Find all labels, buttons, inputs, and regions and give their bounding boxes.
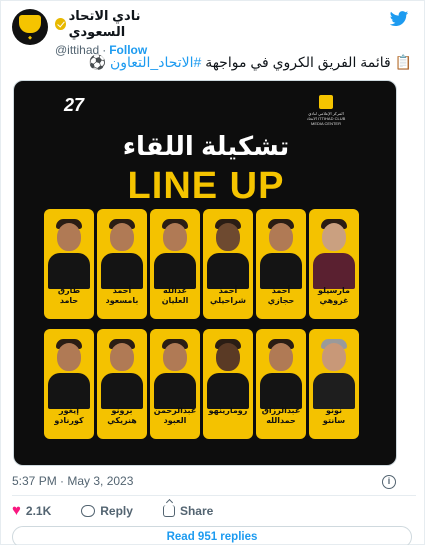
- player-card: أحمد حجازي: [256, 209, 306, 319]
- player-jersey: [154, 373, 196, 409]
- player-name: مارسيلو غروهي: [318, 286, 350, 305]
- lineup-title-arabic: تشكيلة اللقاء: [122, 131, 290, 161]
- player-jersey: [260, 253, 302, 289]
- player-name: عبدالرزاق حمدالله: [261, 406, 301, 425]
- share-label: Share: [179, 504, 214, 518]
- tweet-text-suffix: ⚽: [88, 54, 110, 70]
- player-face: [110, 343, 134, 371]
- player-name: طارق حامد: [57, 286, 81, 305]
- logo-mark: ◆: [28, 35, 32, 41]
- lineup-title-english: LINE UP: [127, 165, 285, 207]
- player-face: [57, 223, 81, 251]
- player-card: عبدالرحمن العبود: [150, 329, 200, 439]
- timestamp[interactable]: 5:37 PM · May 3, 2023: [12, 474, 133, 488]
- player-name: برونو هنريكي: [107, 406, 137, 425]
- tweet-header: ◆ نادي الاتحاد السعودي @ittihad · Follow: [12, 7, 417, 57]
- media-center-logo: المركز الإعلامي لنادي الاتحاد ITTIHAD CL…: [304, 95, 348, 129]
- player-card: أحمد بامسعود: [97, 209, 147, 319]
- ittihad-logo-icon: [19, 15, 41, 33]
- player-jersey: [313, 373, 355, 409]
- player-jersey: [313, 253, 355, 289]
- tweet-text: 📋 قائمة الفريق الكروي في مواجهة #الاتحاد…: [12, 53, 412, 72]
- player-jersey: [101, 373, 143, 409]
- media-center-label: المركز الإعلامي لنادي الاتحاد ITTIHAD CL…: [306, 111, 346, 126]
- player-name: أحمد حجازي: [267, 286, 295, 305]
- player-face: [163, 343, 187, 371]
- player-card: عدالله العليان: [150, 209, 200, 319]
- player-jersey: [207, 253, 249, 289]
- player-name: أحمد شراحيلي: [210, 286, 246, 305]
- heart-icon: ♥: [12, 502, 21, 519]
- info-icon[interactable]: i: [382, 475, 396, 489]
- badge-27: 27: [64, 95, 85, 115]
- player-card: طارق حامد: [44, 209, 94, 319]
- lineup-image[interactable]: 27 المركز الإعلامي لنادي الاتحاد ITTIHAD…: [13, 80, 397, 466]
- tweet-meta: 5:37 PM · May 3, 2023 i: [12, 474, 416, 492]
- player-name: أحمد بامسعود: [105, 286, 139, 305]
- player-jersey: [101, 253, 143, 289]
- tweet-actions: ♥ 2.1K Reply Share: [12, 501, 412, 521]
- player-face: [269, 223, 293, 251]
- player-name: عدالله العليان: [161, 286, 189, 305]
- player-face: [57, 343, 81, 371]
- player-card: إيغور كورنادو: [44, 329, 94, 439]
- share-button[interactable]: Share: [162, 504, 214, 518]
- player-card: رومارينهو: [203, 329, 253, 439]
- player-face: [322, 343, 346, 371]
- player-face: [216, 223, 240, 251]
- read-replies-button[interactable]: Read 951 replies: [12, 526, 412, 545]
- player-name: رومارينهو: [208, 406, 248, 415]
- verified-badge-icon: [55, 18, 66, 30]
- player-jersey: [154, 253, 196, 289]
- reply-icon: [81, 505, 96, 517]
- player-face: [163, 223, 187, 251]
- tweet-text-prefix: 📋 قائمة الفريق الكروي في مواجهة: [201, 54, 412, 70]
- reply-label: Reply: [100, 504, 133, 518]
- player-card: أحمد شراحيلي: [203, 209, 253, 319]
- divider: [12, 495, 416, 496]
- player-face: [322, 223, 346, 251]
- media-center-icon: [319, 95, 333, 109]
- player-card: برونو هنريكي: [97, 329, 147, 439]
- coach-card: نونو سانتو: [309, 329, 359, 439]
- player-jersey: [48, 253, 90, 289]
- player-name: نونو سانتو: [322, 406, 346, 425]
- player-face: [269, 343, 293, 371]
- like-button[interactable]: ♥ 2.1K: [12, 502, 52, 519]
- player-jersey: [48, 373, 90, 409]
- player-name: عبدالرحمن العبود: [153, 406, 197, 425]
- player-jersey: [260, 373, 302, 409]
- tweet-card: ◆ نادي الاتحاد السعودي @ittihad · Follow…: [0, 0, 425, 545]
- player-face: [216, 343, 240, 371]
- twitter-bird-icon[interactable]: [389, 10, 409, 28]
- player-jersey: [207, 373, 249, 409]
- like-count: 2.1K: [25, 504, 52, 518]
- share-icon: [162, 505, 175, 517]
- display-name-row[interactable]: نادي الاتحاد السعودي: [55, 8, 185, 40]
- display-name[interactable]: نادي الاتحاد السعودي: [69, 8, 185, 40]
- avatar[interactable]: ◆: [12, 9, 48, 45]
- account-names: نادي الاتحاد السعودي @ittihad · Follow: [55, 8, 185, 57]
- player-face: [110, 223, 134, 251]
- player-name: إيغور كورنادو: [54, 406, 84, 425]
- player-card: عبدالرزاق حمدالله: [256, 329, 306, 439]
- player-card: مارسيلو غروهي: [309, 209, 359, 319]
- hashtag-link[interactable]: #الاتحاد_التعاون: [110, 54, 201, 70]
- reply-button[interactable]: Reply: [81, 504, 133, 518]
